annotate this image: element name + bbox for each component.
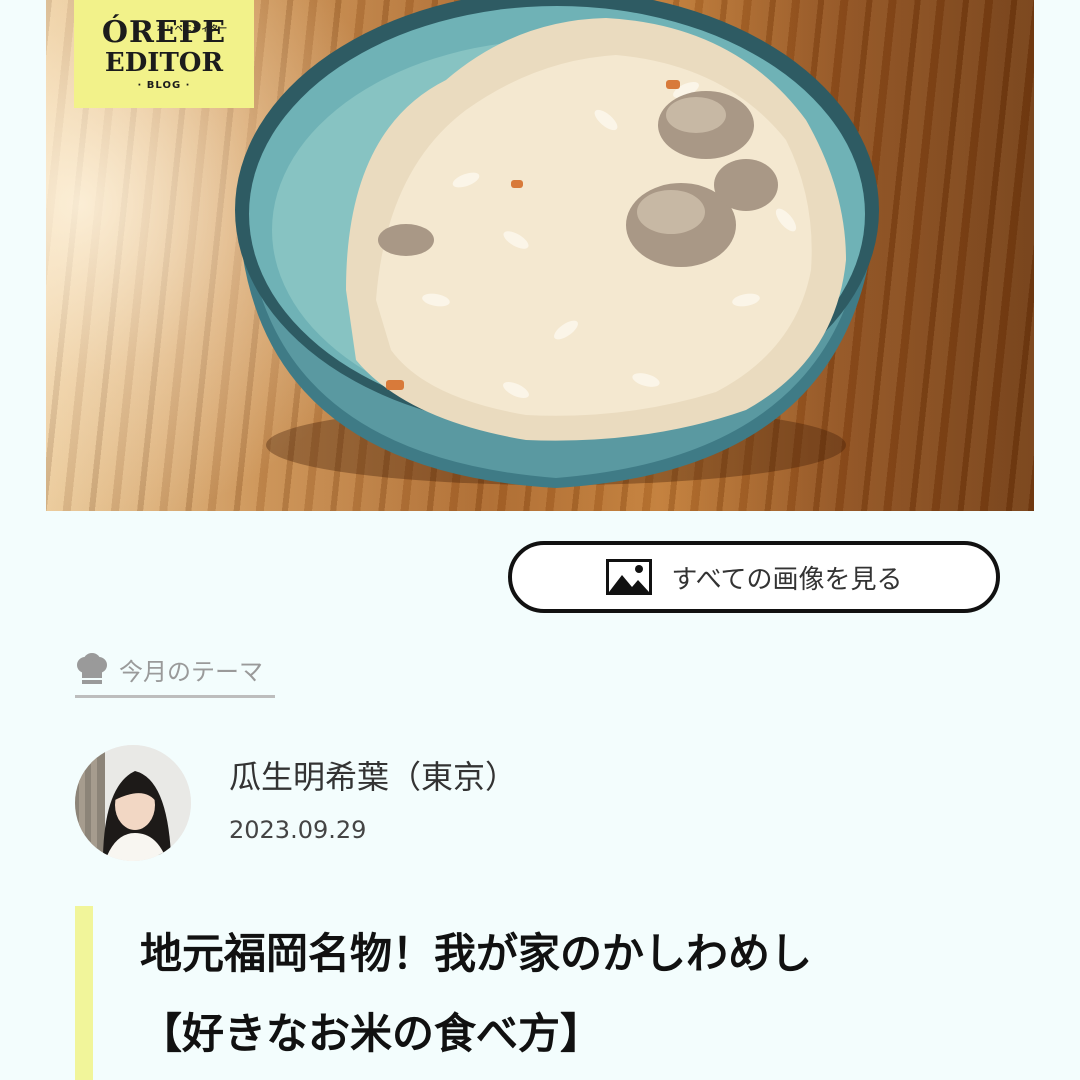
image-icon — [606, 559, 653, 595]
view-all-images-label: すべての画像を見る — [671, 564, 903, 595]
author-name[interactable]: 瓜生明希葉（東京） — [229, 752, 517, 798]
monthly-theme-tag[interactable]: 今月のテーマ — [75, 643, 275, 698]
chef-hat-icon — [77, 653, 107, 684]
author-portrait — [75, 745, 191, 861]
logo-editor: EDITOR — [104, 47, 224, 78]
hero-photo: ÓREPE オレペエディター EDITOR · BLOG · — [46, 0, 1034, 511]
author-avatar[interactable] — [75, 745, 191, 861]
logo-blog: · BLOG · — [137, 79, 191, 91]
article-title-line1: 地元福岡名物！我が家のかしわめし — [140, 929, 813, 978]
logo-kana: オレペエディター — [156, 23, 229, 33]
monthly-theme-label: 今月のテーマ — [119, 657, 263, 686]
post-date: 2023.09.29 — [229, 816, 367, 844]
orepe-editor-logo[interactable]: ÓREPE オレペエディター EDITOR · BLOG · — [74, 0, 254, 108]
article-title-line2: 【好きなお米の食べ方】 — [140, 1009, 603, 1058]
title-accent-bar — [75, 906, 93, 1080]
view-all-images-button[interactable]: すべての画像を見る — [508, 541, 1000, 613]
logo-title: ÓREPE オレペエディター — [101, 14, 229, 50]
article-title: 地元福岡名物！我が家のかしわめし 【好きなお米の食べ方】 — [140, 914, 1040, 1074]
